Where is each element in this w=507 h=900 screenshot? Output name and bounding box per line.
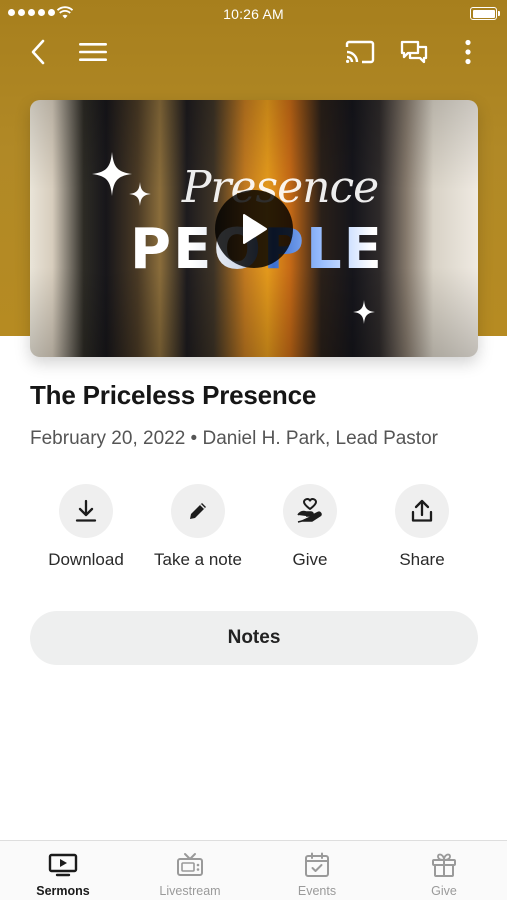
status-time: 10:26 AM [223,6,284,22]
tab-livestream[interactable]: Livestream [127,841,253,900]
give-button[interactable]: Give [254,484,366,570]
battery-icon [470,7,500,20]
sparkle-icon [92,152,132,196]
tv-icon [177,853,203,876]
tab-events[interactable]: Events [254,841,380,900]
download-label: Download [48,550,124,569]
take-note-label: Take a note [154,550,242,569]
play-icon [243,214,267,244]
tab-livestream-label: Livestream [159,884,221,898]
take-note-button[interactable]: Take a note [142,484,254,570]
pencil-icon [190,503,206,519]
chevron-left-icon [31,39,45,65]
sparkle-icon [353,300,375,324]
download-button[interactable]: Download [30,484,142,570]
more-vertical-icon [465,39,471,65]
chat-button[interactable] [396,34,432,70]
status-bar: 10:26 AM [0,0,507,28]
back-button[interactable] [20,34,56,70]
sermon-meta: February 20, 2022 • Daniel H. Park, Lead… [30,428,438,449]
sermon-artwork[interactable]: Presence PEOPLE [30,100,478,357]
hamburger-menu-icon [79,43,107,61]
more-button[interactable] [450,34,486,70]
heart-hand-icon [297,498,322,523]
tab-events-label: Events [297,884,337,898]
tab-sermons-label: Sermons [36,884,90,898]
menu-button[interactable] [75,34,111,70]
tv-play-icon [48,853,78,877]
tab-give[interactable]: Give [381,841,507,900]
share-label: Share [399,550,445,569]
calendar-check-icon [305,852,329,877]
gift-icon [432,853,456,877]
sermon-title: The Priceless Presence [30,380,317,410]
chat-icon [400,40,428,64]
download-icon [75,499,97,522]
notes-button[interactable]: Notes [30,611,478,665]
action-row: Download Take a note Give Share [30,484,478,574]
sparkle-icon [129,182,151,206]
tab-give-label: Give [431,884,457,898]
tab-bar: Sermons Livestream Events Give [0,840,507,900]
play-button[interactable] [215,190,293,268]
share-button[interactable]: Share [366,484,478,570]
give-label: Give [292,550,328,569]
cast-button[interactable] [342,34,378,70]
cast-icon [345,40,375,64]
tab-sermons[interactable]: Sermons [0,841,126,900]
share-icon [411,499,433,522]
